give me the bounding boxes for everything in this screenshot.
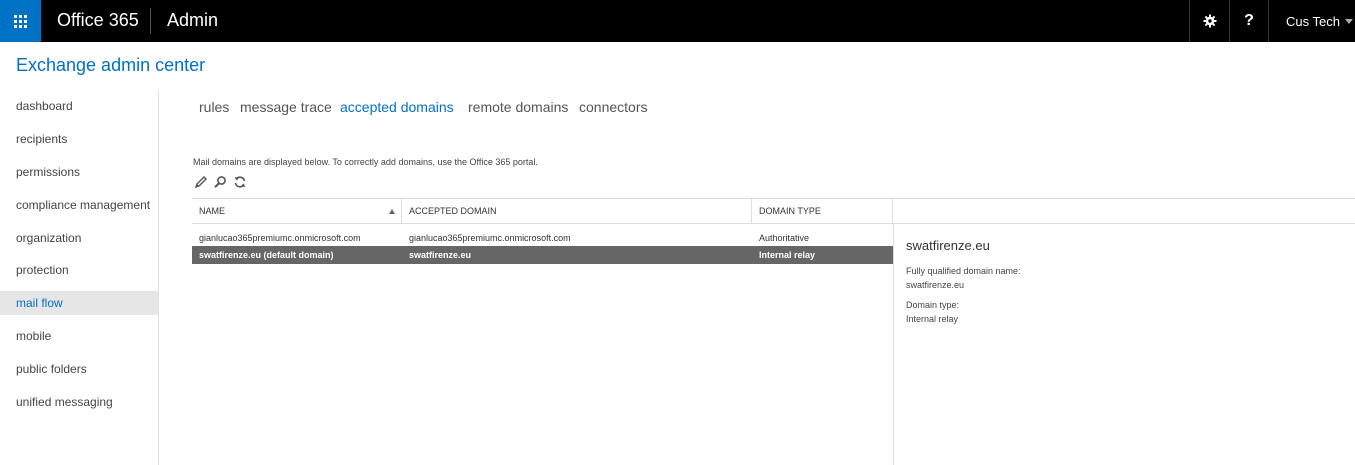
column-header-label: ACCEPTED DOMAIN <box>409 206 497 216</box>
left-nav: dashboard recipients permissions complia… <box>0 90 159 465</box>
column-header-name[interactable]: NAME <box>192 199 402 223</box>
details-pane: swatfirenze.eu Fully qualified domain na… <box>893 224 1355 465</box>
table-row-selected[interactable]: swatfirenze.eu (default domain) swatfire… <box>192 246 893 264</box>
cell-accepted-domain: gianlucao365premiumc.onmicrosoft.com <box>409 233 571 243</box>
table-header: NAME ACCEPTED DOMAIN DOMAIN TYPE <box>192 198 1355 224</box>
nav-item-protection[interactable]: protection <box>0 258 158 282</box>
nav-item-unified-messaging[interactable]: unified messaging <box>0 390 158 414</box>
refresh-button[interactable] <box>233 175 247 189</box>
page-title: Exchange admin center <box>16 55 206 75</box>
search-icon <box>214 176 226 188</box>
tab-message-trace[interactable]: message trace <box>240 99 332 115</box>
edit-icon <box>194 176 207 189</box>
column-header-label: DOMAIN TYPE <box>759 206 821 216</box>
details-type-label: Domain type: <box>906 300 960 310</box>
app-launcher-button[interactable] <box>0 0 41 42</box>
user-menu-button[interactable]: Cus Tech <box>1268 0 1355 42</box>
edit-button[interactable] <box>194 175 208 189</box>
tab-connectors[interactable]: connectors <box>579 99 647 115</box>
details-fqdn-label: Fully qualified domain name: <box>906 266 1021 276</box>
tab-rules[interactable]: rules <box>199 99 229 115</box>
column-header-accepted-domain[interactable]: ACCEPTED DOMAIN <box>402 199 752 223</box>
gear-icon <box>1203 14 1216 28</box>
nav-item-compliance-management[interactable]: compliance management <box>0 193 158 217</box>
cell-name: swatfirenze.eu (default domain) <box>199 250 334 260</box>
refresh-icon <box>234 176 246 188</box>
brand-title[interactable]: Office 365 <box>57 10 139 31</box>
details-title: swatfirenze.eu <box>906 238 990 253</box>
column-header-label: NAME <box>199 206 226 216</box>
nav-item-dashboard[interactable]: dashboard <box>0 94 158 118</box>
nav-item-mobile[interactable]: mobile <box>0 324 158 348</box>
column-header-domain-type[interactable]: DOMAIN TYPE <box>752 199 893 223</box>
help-icon: ? <box>1244 12 1254 29</box>
tab-accepted-domains[interactable]: accepted domains <box>340 99 454 115</box>
search-button[interactable] <box>213 175 227 189</box>
nav-item-permissions[interactable]: permissions <box>0 160 158 184</box>
settings-button[interactable] <box>1189 0 1229 42</box>
details-fqdn-value: swatfirenze.eu <box>906 280 965 290</box>
cell-name: gianlucao365premiumc.onmicrosoft.com <box>199 233 361 243</box>
divider <box>150 8 151 34</box>
nav-item-organization[interactable]: organization <box>0 226 158 250</box>
table-row[interactable]: gianlucao365premiumc.onmicrosoft.com gia… <box>192 229 893 247</box>
cell-accepted-domain: swatfirenze.eu <box>409 250 472 260</box>
help-button[interactable]: ? <box>1229 0 1268 42</box>
description-text: Mail domains are displayed below. To cor… <box>193 157 538 167</box>
details-type-value: Internal relay <box>906 314 959 324</box>
chevron-down-icon <box>1345 19 1353 24</box>
cell-domain-type: Internal relay <box>759 250 816 260</box>
user-name: Cus Tech <box>1286 13 1340 29</box>
nav-item-recipients[interactable]: recipients <box>0 127 158 151</box>
cell-domain-type: Authoritative <box>759 233 810 243</box>
app-name[interactable]: Admin <box>167 10 218 31</box>
nav-item-mail-flow[interactable]: mail flow <box>0 291 158 315</box>
nav-item-public-folders[interactable]: public folders <box>0 357 158 381</box>
sort-ascending-icon <box>389 209 395 214</box>
tab-remote-domains[interactable]: remote domains <box>468 99 568 115</box>
top-bar: Office 365 Admin ? Cus Tech <box>0 0 1355 42</box>
waffle-icon <box>14 14 27 28</box>
